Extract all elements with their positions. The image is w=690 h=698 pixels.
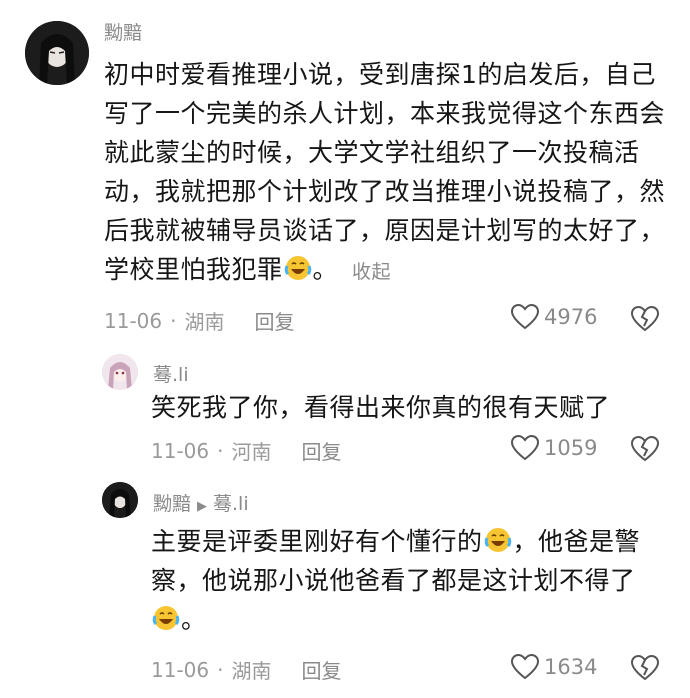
comment-text: 主要是评委里刚好有个懂行的 ，他爸是警 察，他说那小说他爸看了都是这计划不得了 。: [151, 522, 640, 639]
comment-location: 湖南: [184, 310, 225, 334]
like-button[interactable]: 1059: [510, 434, 597, 462]
comment-location: 湖南: [231, 659, 272, 683]
comment-date: 11-06: [151, 438, 210, 463]
laughing-tears-emoji-icon: [284, 256, 311, 280]
comment-line: 初中时爱看推理小说，受到唐探1的启发后，自己: [104, 60, 656, 89]
comment-tail: 。: [312, 255, 339, 284]
heart-outline-icon: [510, 434, 540, 461]
meta-separator: ·: [217, 438, 224, 463]
like-button[interactable]: 1634: [510, 653, 597, 681]
comment-line: 写了一个完美的杀人计划，本来我觉得这个东西会: [104, 99, 666, 128]
laughing-tears-emoji-icon: [152, 606, 180, 630]
like-count: 4976: [544, 305, 598, 329]
comment-meta: 11-06 · 河南 回复: [151, 436, 341, 465]
comment-text: 笑死我了你，看得出来你真的很有天赋了: [151, 388, 610, 427]
collapse-button[interactable]: 收起: [352, 261, 391, 283]
right-triangle-icon: ▶: [197, 499, 208, 514]
reply-header: 黝黯 ▶ 蓦.li: [153, 489, 249, 516]
comment-line: 主要是评委里刚好有个懂行的 ，他爸是警: [151, 522, 640, 561]
username[interactable]: 蓦.li: [153, 360, 189, 387]
reply-to-username[interactable]: 蓦.li: [213, 493, 249, 515]
comment-line: 后我就被辅导员谈话了，原因是计划写的太好了，: [104, 216, 666, 245]
laughing-tears-emoji-icon: [484, 528, 511, 552]
comment-line: 笑死我了你，看得出来你真的很有天赋了: [151, 393, 611, 422]
heart-outline-icon: [510, 303, 540, 330]
avatar[interactable]: [102, 354, 138, 390]
comment-location: 河南: [231, 440, 272, 464]
comment-tail: 。: [181, 605, 207, 634]
comment-line: 察，他说那小说他爸看了都是这计划不得了: [151, 566, 636, 595]
reply-button[interactable]: 回复: [254, 306, 294, 335]
comment-date: 11-06: [151, 657, 210, 682]
comment-line: 学校里怕我犯罪: [104, 255, 283, 284]
avatar-image: [102, 354, 138, 390]
avatar[interactable]: [25, 21, 89, 85]
avatar[interactable]: [102, 482, 138, 518]
username[interactable]: 黝黯: [104, 18, 142, 45]
broken-heart-icon[interactable]: [630, 654, 660, 682]
username[interactable]: 黝黯: [153, 493, 191, 515]
broken-heart-icon[interactable]: [630, 305, 660, 333]
comment-line-last: 学校里怕我犯罪。收起: [104, 250, 665, 292]
comment-segment: ，他爸是警: [512, 527, 641, 556]
reply-button[interactable]: 回复: [301, 655, 341, 684]
broken-heart-icon[interactable]: [630, 435, 660, 463]
comment-segment: 主要是评委里刚好有个懂行的: [151, 527, 483, 556]
avatar-image: [25, 21, 89, 85]
reply-button[interactable]: 回复: [301, 436, 341, 465]
comment-text: 初中时爱看推理小说，受到唐探1的启发后，自己 写了一个完美的杀人计划，本来我觉得…: [104, 55, 665, 292]
comment-line: 。: [151, 600, 640, 639]
like-count: 1634: [544, 655, 598, 679]
comment-meta: 11-06 · 湖南 回复: [151, 655, 341, 684]
comment-line: 动，我就把那个计划改了改当推理小说投稿了，然: [104, 177, 666, 206]
comment-meta: 11-06 · 湖南 回复: [104, 306, 294, 335]
comment-line: 就此蒙尘的时候，大学文学社组织了一次投稿活: [104, 138, 640, 167]
comment-date: 11-06: [104, 308, 163, 333]
meta-separator: ·: [217, 657, 224, 682]
avatar-image: [102, 482, 138, 518]
meta-separator: ·: [170, 308, 177, 333]
like-count: 1059: [544, 436, 598, 460]
like-button[interactable]: 4976: [510, 303, 597, 331]
heart-outline-icon: [510, 653, 540, 680]
